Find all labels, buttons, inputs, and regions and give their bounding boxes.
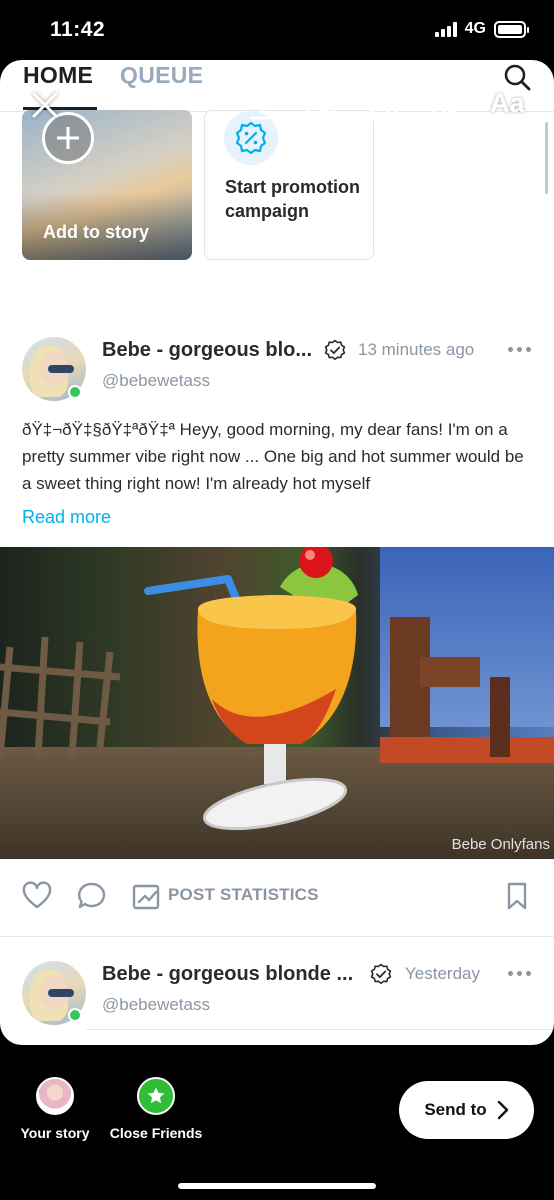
star-icon (137, 1077, 175, 1115)
emoji-sticker-icon[interactable] (306, 86, 342, 122)
image-watermark: Bebe Onlyfans (451, 836, 550, 853)
story-canvas[interactable]: HOME QUEUE Add to story Start promotion … (0, 60, 554, 1045)
chevron-right-icon (497, 1100, 508, 1120)
comment-icon[interactable] (77, 881, 107, 911)
post-statistics-button[interactable]: POST STATISTICS (168, 885, 319, 905)
add-to-story-tile[interactable]: Add to story (22, 110, 192, 260)
post-statistics-icon[interactable] (131, 881, 161, 911)
post-image[interactable]: Bebe Onlyfans (0, 547, 554, 859)
your-story-avatar (36, 1077, 74, 1115)
more-options-icon[interactable] (508, 347, 532, 355)
post-author-name[interactable]: Bebe - gorgeous blo... (102, 339, 312, 362)
post-timestamp: 13 minutes ago (358, 340, 475, 359)
online-indicator (68, 1008, 82, 1022)
close-friends-button[interactable]: Close Friends (106, 1077, 206, 1141)
post-author-name[interactable]: Bebe - gorgeous blonde ... (102, 963, 353, 986)
verified-icon (324, 339, 346, 361)
heart-icon[interactable] (22, 881, 52, 911)
status-indicators: 4G (434, 20, 529, 38)
post-timestamp: Yesterday (405, 964, 480, 983)
bookmark-icon[interactable] (502, 881, 532, 911)
send-to-label: Send to (424, 1100, 487, 1119)
close-icon[interactable] (30, 90, 60, 120)
post-author-handle[interactable]: @bebewetass (102, 371, 210, 391)
post-divider (0, 936, 554, 937)
sticker-icon[interactable] (368, 86, 404, 122)
post-author-handle[interactable]: @bebewetass (102, 995, 210, 1015)
status-bar: 11:42 4G (0, 0, 554, 60)
promotion-label: Start promotion campaign (225, 177, 360, 221)
text-tool-icon[interactable]: Aa (490, 88, 525, 119)
promotion-campaign-tile[interactable]: Start promotion campaign (204, 110, 374, 260)
add-to-story-label: Add to story (43, 222, 149, 242)
draw-icon[interactable] (430, 88, 464, 122)
close-friends-label: Close Friends (109, 1125, 203, 1141)
home-indicator[interactable] (178, 1183, 376, 1189)
post-text: ðŸ‡¬ðŸ‡§ðŸ‡ªðŸ‡ª Heyy, good morning, my … (22, 420, 524, 493)
cocktail-sticker[interactable] (140, 547, 410, 849)
scrollbar[interactable] (545, 122, 548, 194)
send-to-button[interactable]: Send to (399, 1081, 534, 1139)
more-options-icon[interactable] (508, 971, 532, 979)
signal-icon (434, 21, 457, 37)
battery-icon (494, 20, 529, 38)
share-bar: Your story Close Friends Send to (0, 1045, 554, 1200)
network-type: 4G (464, 20, 486, 37)
your-story-button[interactable]: Your story (18, 1077, 92, 1141)
status-time: 11:42 (50, 18, 106, 41)
wooden-fence (0, 636, 121, 757)
post-actions: POST STATISTICS (0, 875, 554, 925)
tab-queue[interactable]: QUEUE (120, 62, 203, 89)
online-indicator (68, 385, 82, 399)
your-story-label: Your story (20, 1125, 90, 1141)
download-icon[interactable] (248, 88, 278, 122)
read-more-link[interactable]: Read more (22, 507, 111, 528)
tab-home[interactable]: HOME (23, 62, 93, 89)
verified-icon (370, 963, 392, 985)
